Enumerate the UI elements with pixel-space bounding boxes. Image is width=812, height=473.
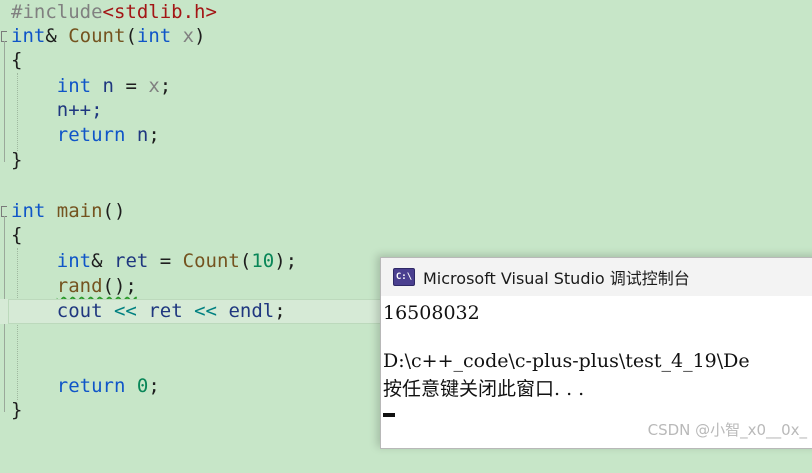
ampersand: & (91, 250, 103, 272)
cout-stream: cout (56, 300, 103, 322)
include-directive: #include (11, 1, 103, 23)
console-output-value: 16508032 (383, 302, 480, 324)
debug-console-window[interactable]: C:\ Microsoft Visual Studio 调试控制台 165080… (380, 257, 812, 449)
paren-open: ( (239, 250, 252, 272)
close-brace: } (11, 149, 23, 171)
code-line-include: #include<stdlib.h> (0, 0, 812, 25)
watermark: CSDN @小智_x0__0x_ (647, 421, 807, 439)
shift-operator: << (194, 300, 217, 322)
call-rand[interactable]: rand (57, 275, 103, 297)
number-literal: 0 (136, 375, 149, 397)
semicolon: ; (148, 375, 160, 397)
code-line-main-signature: int main() (0, 199, 812, 224)
variable-ret: ret (148, 300, 183, 322)
assign-op: = (148, 250, 183, 272)
keyword-int: int (11, 25, 46, 47)
close-brace: } (11, 399, 23, 421)
open-brace: { (11, 224, 23, 246)
semicolon: ; (159, 75, 172, 97)
variable-n: n (136, 124, 149, 146)
param-name: x (182, 25, 195, 47)
variable-ret: ret (114, 250, 149, 272)
keyword-return: return (56, 375, 126, 397)
code-line-decl-n: int n = x; (0, 74, 812, 99)
paren-open: ( (125, 25, 137, 47)
function-name-main: main (56, 200, 103, 222)
console-title-bar[interactable]: C:\ Microsoft Visual Studio 调试控制台 (381, 258, 812, 296)
code-line-brace: { (0, 48, 812, 73)
shift-operator: << (113, 300, 137, 322)
console-press-key-message: 按任意键关闭此窗口. . . (383, 378, 585, 400)
code-line-increment: n++; (0, 98, 812, 123)
keyword-int: int (11, 200, 46, 222)
increment-statement: n++; (56, 99, 103, 121)
code-line-brace: { (0, 223, 812, 248)
call-count: Count (182, 250, 240, 272)
parens: () (102, 200, 126, 222)
function-name-count: Count (68, 25, 126, 47)
console-exit-path: D:\c++_code\c-plus-plus\test_4_19\De (383, 350, 750, 372)
rand-args: (); (102, 275, 137, 297)
console-app-icon: C:\ (393, 268, 415, 286)
paren-close: ) (194, 25, 206, 47)
code-line-return-n: return n; (0, 123, 812, 148)
ampersand: & (45, 25, 57, 47)
code-line-count-signature: int& Count(int x) (0, 24, 812, 49)
param-ref-x: x (148, 75, 160, 97)
assign-op: = (114, 75, 149, 97)
code-line-brace: } (0, 148, 812, 173)
console-cursor (383, 413, 395, 417)
keyword-int: int (56, 250, 92, 272)
paren-close: ); (274, 250, 298, 272)
include-file: <stdlib.h> (102, 1, 217, 23)
semicolon: ; (148, 124, 160, 146)
keyword-return: return (56, 124, 126, 146)
semicolon: ; (274, 300, 286, 322)
open-brace: { (11, 49, 23, 71)
console-title: Microsoft Visual Studio 调试控制台 (423, 269, 690, 288)
variable-n: n (102, 75, 114, 97)
number-literal: 10 (251, 250, 275, 272)
keyword-int: int (56, 75, 92, 97)
endl-manipulator: endl (228, 300, 275, 322)
param-type: int (136, 25, 172, 47)
